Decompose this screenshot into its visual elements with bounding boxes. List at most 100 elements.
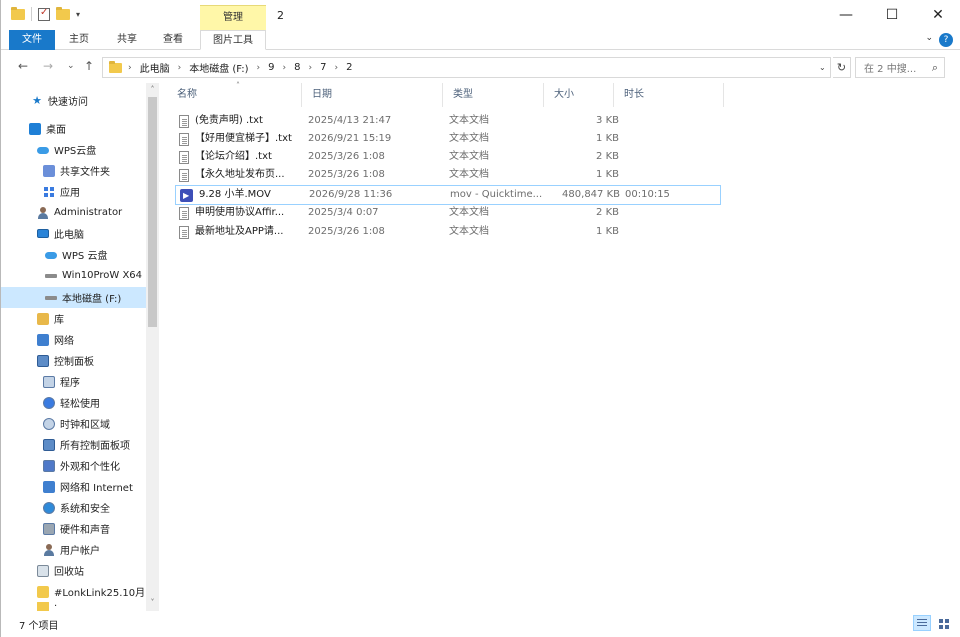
breadcrumb-separator[interactable]: ›: [128, 63, 132, 73]
breadcrumb-folder-8[interactable]: 8: [294, 62, 300, 73]
breadcrumb-separator[interactable]: ›: [309, 63, 313, 73]
nav-item-local-disk-f[interactable]: 本地磁盘 (F:): [1, 287, 146, 308]
tab-picture-tools[interactable]: 图片工具: [200, 30, 266, 50]
nav-item-quick-access[interactable]: ★ 快速访问: [1, 90, 146, 111]
expand-ribbon-chevron-icon[interactable]: ⌄: [925, 33, 933, 43]
nav-item-appearance[interactable]: 外观和个性化: [1, 455, 146, 476]
search-box[interactable]: 在 2 中搜... ⌕: [855, 57, 945, 78]
file-duration: 00:10:15: [625, 189, 670, 200]
column-header-duration[interactable]: 时长: [614, 83, 724, 107]
tab-view[interactable]: 查看: [155, 30, 191, 50]
scroll-down-icon[interactable]: ˅: [146, 596, 159, 609]
nav-item-network[interactable]: 网络: [1, 329, 146, 350]
nav-item-apps[interactable]: 应用: [1, 181, 146, 202]
file-name-cell[interactable]: 【好用便宜梯子】.txt: [179, 130, 303, 148]
search-input[interactable]: 在 2 中搜...: [864, 60, 916, 75]
search-icon[interactable]: ⌕: [932, 61, 938, 75]
all-control-panel-icon: [43, 438, 55, 451]
nav-item-control-panel[interactable]: 控制面板: [1, 350, 146, 371]
minimize-button[interactable]: —: [823, 0, 869, 30]
customize-toolbar-chevron-icon[interactable]: ▾: [76, 10, 80, 19]
breadcrumb-separator[interactable]: ›: [178, 63, 182, 73]
table-row[interactable]: 【永久地址发布页... 2025/3/26 1:08 文本文档 1 KB: [175, 166, 721, 184]
nav-item-recycle-bin[interactable]: 回收站: [1, 560, 146, 581]
scroll-up-icon[interactable]: ˄: [146, 83, 159, 96]
nav-item-programs[interactable]: 程序: [1, 371, 146, 392]
back-button[interactable]: ←: [18, 59, 28, 73]
breadcrumb-separator[interactable]: ›: [335, 63, 339, 73]
column-header-size[interactable]: 大小: [544, 83, 614, 107]
nav-item-ease-of-access[interactable]: 轻松使用: [1, 392, 146, 413]
help-icon[interactable]: ?: [939, 33, 953, 47]
file-name-cell[interactable]: 【永久地址发布页...: [179, 166, 303, 184]
forward-button[interactable]: →: [43, 59, 53, 73]
scrollbar-thumb[interactable]: [148, 97, 157, 327]
file-name-cell[interactable]: 申明使用协议Affir...: [179, 204, 303, 222]
sort-ascending-icon: ˄: [236, 81, 240, 90]
refresh-button[interactable]: ↻: [833, 57, 851, 78]
column-header-date[interactable]: 日期: [302, 83, 443, 107]
maximize-button[interactable]: ☐: [869, 0, 915, 30]
file-name: 最新地址及APP请...: [195, 226, 284, 237]
nav-item-label: Administrator: [54, 207, 123, 218]
tab-home[interactable]: 主页: [61, 30, 97, 50]
properties-icon[interactable]: [38, 7, 50, 21]
address-bar[interactable]: › 此电脑 › 本地磁盘 (F:) › 9 › 8 › 7 › 2: [102, 57, 831, 78]
nav-item-all-control-panel[interactable]: 所有控制面板项: [1, 434, 146, 455]
table-row[interactable]: 申明使用协议Affir... 2025/3/4 0:07 文本文档 2 KB: [175, 204, 721, 222]
nav-item-hardware-sound[interactable]: 硬件和声音: [1, 518, 146, 539]
cloud-icon: [45, 249, 57, 261]
nav-pane-scrollbar[interactable]: ˄ ˅: [146, 83, 159, 611]
nav-item-administrator[interactable]: Administrator: [1, 202, 146, 223]
close-button[interactable]: ✕: [915, 0, 960, 30]
breadcrumb-this-pc[interactable]: 此电脑: [140, 60, 170, 75]
nav-item-clock-region[interactable]: 时钟和区域: [1, 413, 146, 434]
table-row[interactable]: 【论坛介绍】.txt 2025/3/26 1:08 文本文档 2 KB: [175, 148, 721, 166]
file-name-cell[interactable]: 9.28 小羊.MOV: [180, 186, 304, 204]
nav-item-folder[interactable]: ·: [1, 602, 146, 611]
nav-item-wps-cloud[interactable]: WPS云盘: [1, 139, 146, 160]
nav-item-label: 网络和 Internet: [60, 483, 133, 494]
nav-item-system-drive[interactable]: Win10ProW X64: [1, 265, 146, 286]
nav-item-desktop[interactable]: 桌面: [1, 118, 146, 139]
table-row[interactable]: 最新地址及APP请... 2025/3/26 1:08 文本文档 1 KB: [175, 223, 721, 241]
table-row[interactable]: 【好用便宜梯子】.txt 2026/9/21 15:19 文本文档 1 KB: [175, 130, 721, 148]
file-name-cell[interactable]: 【论坛介绍】.txt: [179, 148, 303, 166]
tab-share[interactable]: 共享: [109, 30, 145, 50]
table-row-selected[interactable]: 9.28 小羊.MOV 2026/9/28 11:36 mov - Quickt…: [175, 185, 721, 205]
breadcrumb-folder-2[interactable]: 2: [346, 62, 352, 73]
breadcrumb-folder-7[interactable]: 7: [320, 62, 326, 73]
nav-item-this-pc[interactable]: 此电脑: [1, 223, 146, 244]
nav-item-shared-folder[interactable]: 共享文件夹: [1, 160, 146, 181]
address-dropdown-chevron-icon[interactable]: ⌄: [819, 63, 826, 72]
tab-file[interactable]: 文件: [9, 30, 55, 50]
breadcrumb-separator[interactable]: ›: [283, 63, 287, 73]
file-name-cell[interactable]: (免责声明) .txt: [179, 112, 303, 130]
nav-item-wps-cloud-drive[interactable]: WPS 云盘: [1, 244, 146, 265]
column-header-name[interactable]: 名称 ˄: [167, 81, 302, 107]
table-row[interactable]: (免责声明) .txt 2025/4/13 21:47 文本文档 3 KB: [175, 112, 721, 130]
nav-item-system-security[interactable]: 系统和安全: [1, 497, 146, 518]
breadcrumb-local-disk[interactable]: 本地磁盘 (F:): [189, 60, 248, 75]
contextual-tab-manage[interactable]: 管理: [200, 5, 266, 30]
details-view-button[interactable]: [913, 615, 931, 631]
breadcrumb-separator[interactable]: ›: [257, 63, 261, 73]
folder-icon[interactable]: [11, 6, 25, 20]
recent-locations-chevron-icon[interactable]: ⌄: [67, 61, 75, 71]
breadcrumb-folder-9[interactable]: 9: [268, 62, 274, 73]
column-header-type[interactable]: 类型: [443, 83, 544, 107]
nav-item-lonklink-folder[interactable]: #LonkLink25.10月: [1, 581, 146, 602]
file-type: 文本文档: [449, 226, 489, 237]
pc-icon: [37, 229, 49, 238]
file-name-cell[interactable]: 最新地址及APP请...: [179, 223, 303, 241]
clock-region-icon: [43, 417, 55, 430]
large-icons-view-button[interactable]: [935, 615, 953, 631]
up-button[interactable]: ↑: [84, 59, 94, 73]
new-folder-icon[interactable]: [56, 6, 70, 20]
file-date: 2025/3/26 1:08: [308, 226, 385, 237]
nav-item-libraries[interactable]: 库: [1, 308, 146, 329]
quick-access-toolbar: ▾: [11, 6, 80, 21]
nav-item-user-accounts[interactable]: 用户帐户: [1, 539, 146, 560]
recycle-bin-icon: [37, 564, 49, 577]
nav-item-network-internet[interactable]: 网络和 Internet: [1, 476, 146, 497]
